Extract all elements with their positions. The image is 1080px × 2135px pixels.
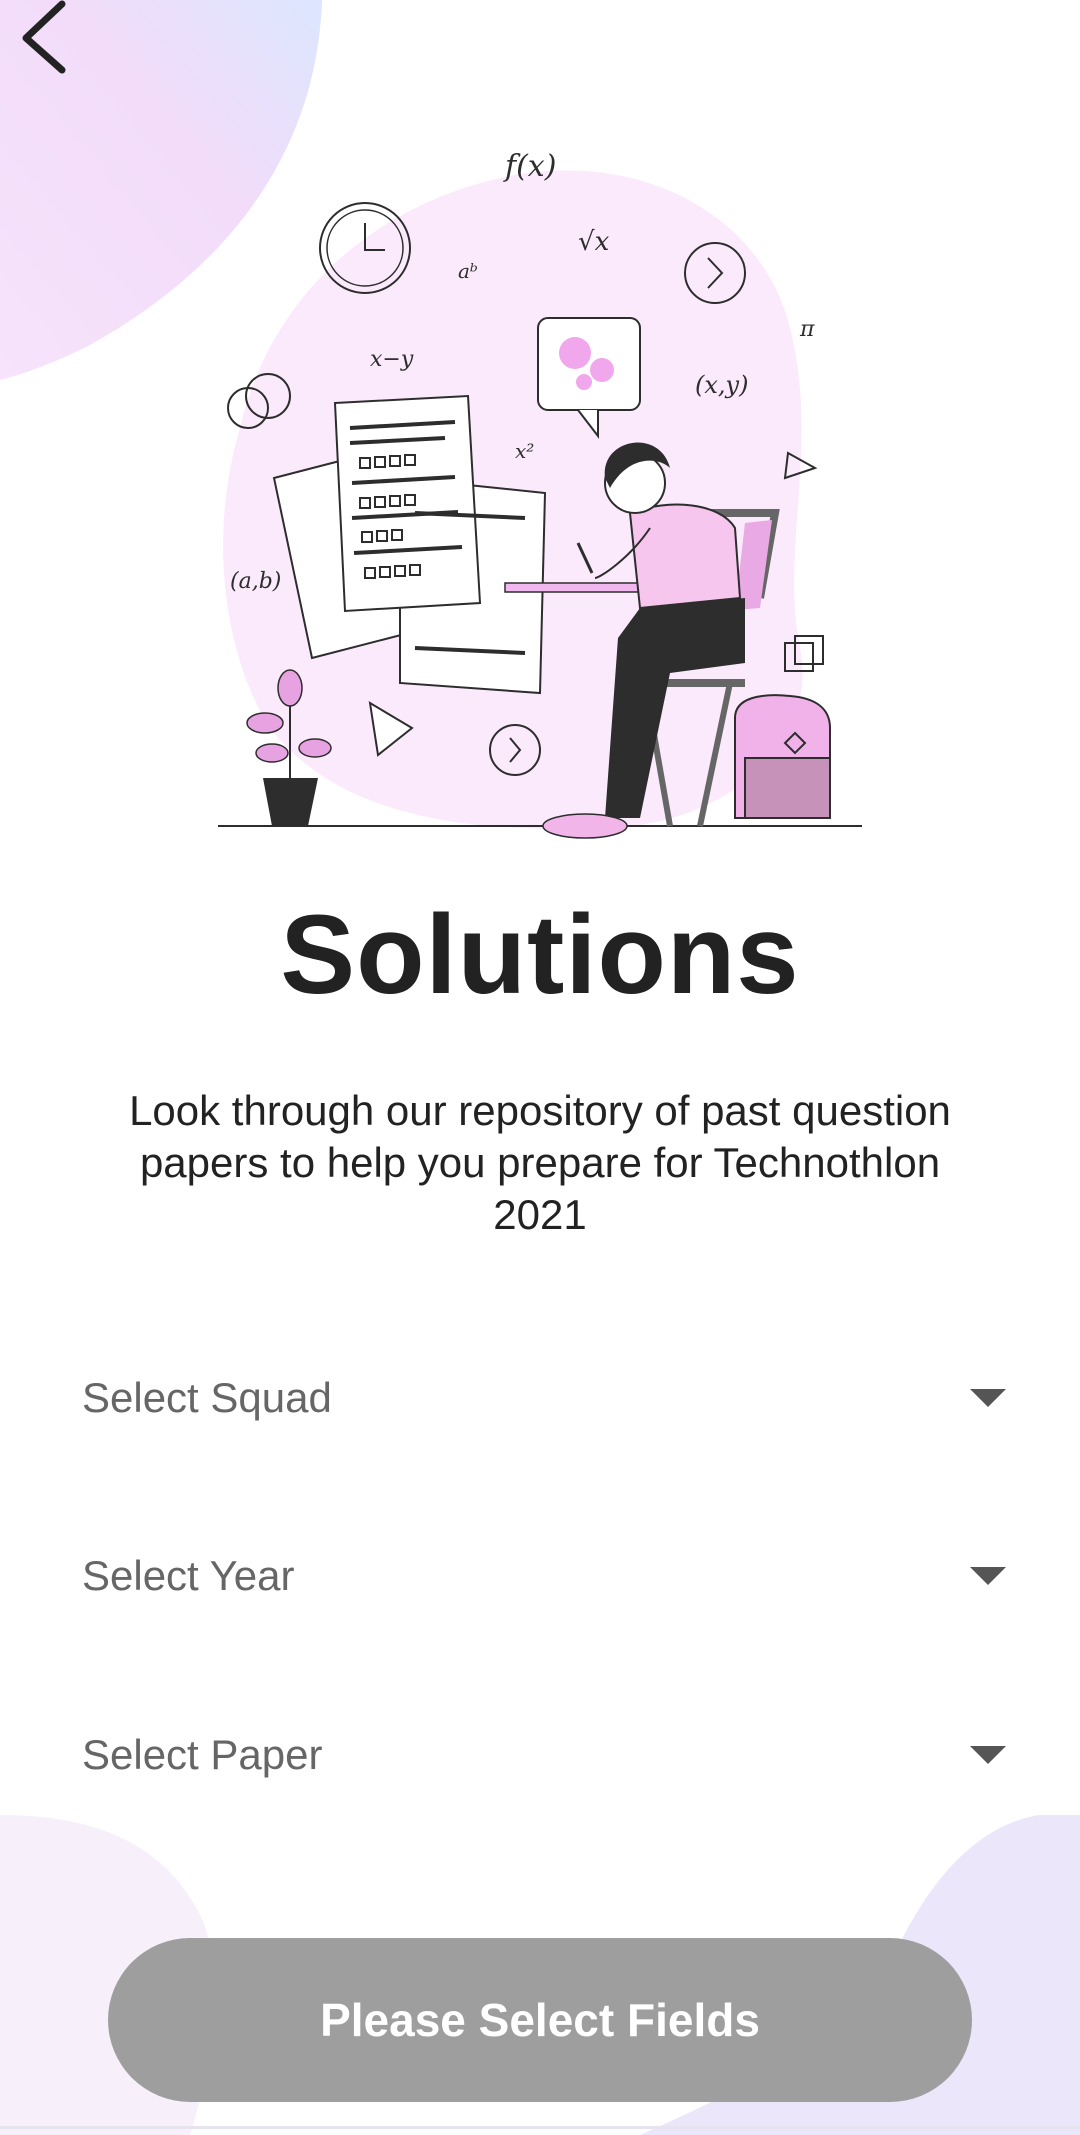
submit-button[interactable]: Please Select Fields bbox=[108, 1938, 972, 2102]
chevron-left-icon bbox=[22, 0, 66, 74]
year-dropdown-label: Select Year bbox=[82, 1552, 295, 1599]
back-button[interactable] bbox=[14, 0, 84, 76]
caret-down-icon bbox=[970, 1389, 1006, 1407]
formula-ab-pair: (a,b) bbox=[230, 569, 281, 594]
year-dropdown[interactable]: Select Year bbox=[82, 1531, 1012, 1621]
formula-sqrt: √x bbox=[578, 227, 610, 257]
paper-dropdown-label: Select Paper bbox=[82, 1731, 323, 1778]
formula-xy-pair: (x,y) bbox=[695, 371, 748, 399]
paper-dropdown[interactable]: Select Paper bbox=[82, 1710, 1012, 1800]
student-illustration: f(x) √x aᵇ x−y x² (x,y) (a,b) π bbox=[218, 149, 862, 839]
formula-fx: f(x) bbox=[503, 149, 556, 184]
formula-x2: x² bbox=[515, 439, 534, 463]
squad-dropdown[interactable]: Select Squad bbox=[82, 1353, 1012, 1443]
backpack-icon bbox=[734, 694, 831, 819]
page-description: Look through our repository of past ques… bbox=[129, 1087, 951, 1238]
caret-down-icon bbox=[970, 1746, 1006, 1764]
caret-down-icon bbox=[970, 1567, 1006, 1585]
squad-dropdown-label: Select Squad bbox=[82, 1374, 332, 1421]
formula-xy: x−y bbox=[370, 347, 414, 372]
formula-ab: aᵇ bbox=[458, 259, 478, 283]
bottom-divider bbox=[0, 2126, 1080, 2129]
page-title: Solutions bbox=[280, 892, 800, 1017]
formula-pi: π bbox=[799, 317, 815, 342]
